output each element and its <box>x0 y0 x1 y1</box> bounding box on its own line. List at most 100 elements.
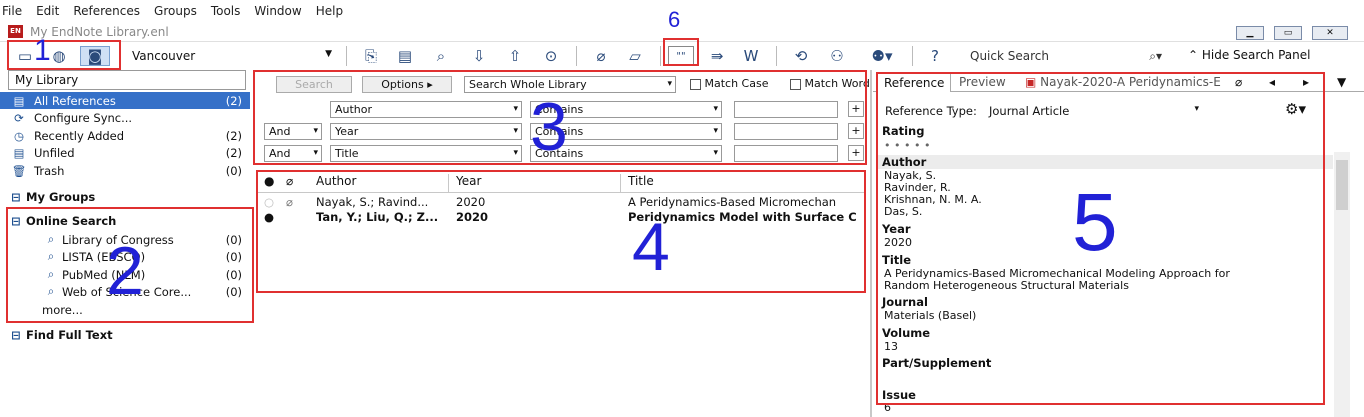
column-divider <box>620 174 621 192</box>
chevron-down-icon: ▾ <box>513 148 518 158</box>
search-field-2[interactable]: Year ▾ <box>330 123 522 140</box>
collapse-icon: ⊟ <box>11 213 21 228</box>
menu-window[interactable]: Window <box>254 4 301 18</box>
edit-citation-icon[interactable]: ⇛ <box>706 46 728 66</box>
attachment-icon[interactable]: ⌀ <box>1229 73 1248 92</box>
column-title[interactable]: Title <box>628 174 654 192</box>
column-author[interactable]: Author <box>316 174 356 192</box>
output-style-dropdown[interactable]: Vancouver ▼ <box>128 46 336 66</box>
annotation-number-4: 4 <box>632 209 670 285</box>
column-year[interactable]: Year <box>456 174 481 192</box>
search-bool-2[interactable]: And ▾ <box>264 123 322 140</box>
export-icon[interactable]: ⇧ <box>504 46 526 66</box>
find-full-text-header[interactable]: ⊟ Find Full Text <box>0 326 250 343</box>
journal-value[interactable]: Materials (Basel) <box>884 309 976 322</box>
reference-scrollbar[interactable] <box>1334 152 1350 417</box>
group-unfiled[interactable]: ▤ Unfiled (2) <box>0 144 250 161</box>
tab-preview[interactable]: Preview <box>953 73 1012 92</box>
reference-list: ● ⌀ Author Year Title ○ ⌀ Nayak, S.; Rav… <box>250 168 870 417</box>
search-value-1[interactable] <box>734 101 838 118</box>
menu-groups[interactable]: Groups <box>154 4 197 18</box>
help-icon[interactable]: ? <box>924 46 946 66</box>
menu-edit[interactable]: Edit <box>36 4 59 18</box>
add-row-button[interactable]: + <box>848 123 864 139</box>
online-search-icon[interactable]: ⌕ <box>430 46 452 66</box>
add-row-button[interactable]: + <box>848 145 864 161</box>
minimize-button[interactable]: ▁ <box>1236 26 1264 40</box>
read-status-column-icon[interactable]: ● <box>264 174 274 192</box>
part-supplement-label: Part/Supplement <box>882 356 992 370</box>
clock-icon: ◷ <box>13 128 25 143</box>
toolbar: ▭ ◍ ◙ Vancouver ▼ ⎘ ▤ ⌕ ⇩ ⇧ ⊙ ⌀ ▱ "" ⇛ W … <box>0 42 1364 70</box>
group-configure-sync[interactable]: ⟳ Configure Sync... <box>0 109 250 126</box>
search-field-1[interactable]: Author ▾ <box>330 101 522 118</box>
toolbar-separator <box>776 46 777 66</box>
next-icon[interactable]: ▸ <box>1297 73 1315 92</box>
new-reference-icon[interactable]: ▤ <box>394 46 416 66</box>
sync-icon: ⟳ <box>14 110 24 125</box>
integrated-library-icon[interactable]: ◙ <box>80 46 110 66</box>
sync-icon[interactable]: ⟲ <box>790 46 812 66</box>
word-format-icon[interactable]: W <box>740 46 762 66</box>
menu-icon[interactable]: ▼ <box>1331 73 1352 92</box>
menu-help[interactable]: Help <box>316 4 343 18</box>
copy-formatted-icon[interactable]: ⎘ <box>360 46 382 66</box>
issue-value[interactable]: 6 <box>884 401 891 414</box>
search-value-2[interactable] <box>734 123 838 140</box>
menu-tools[interactable]: Tools <box>211 4 241 18</box>
chevron-down-icon: ▾ <box>713 126 718 136</box>
library-search-box[interactable]: My Library <box>8 70 246 90</box>
rating-stars[interactable]: • • • • • <box>884 139 930 152</box>
match-words-checkbox[interactable]: Match Words <box>790 77 870 90</box>
group-all-references[interactable]: ▤ All References (2) <box>0 92 250 109</box>
title-bar: EN My EndNote Library.enl ▁ ▭ ✕ <box>0 22 1364 42</box>
prev-icon[interactable]: ◂ <box>1263 73 1281 92</box>
share-icon[interactable]: ⚇ <box>826 46 848 66</box>
group-share-icon[interactable]: ⚉▾ <box>862 46 902 66</box>
quick-search-input[interactable]: Quick Search ⌕▾ <box>966 46 1166 66</box>
insert-citation-button[interactable]: "" <box>668 46 694 66</box>
reference-type-dropdown[interactable]: Journal Article ▾ <box>989 104 1199 118</box>
author-value-4[interactable]: Das, S. <box>884 205 922 218</box>
title-value-line-2[interactable]: Random Heterogeneous Structural Material… <box>884 279 1129 292</box>
import-icon[interactable]: ⇩ <box>468 46 490 66</box>
online-search-mode-icon[interactable]: ◍ <box>48 46 70 66</box>
toolbar-separator <box>660 46 661 66</box>
table-row[interactable]: ○ ⌀ Nayak, S.; Ravind... 2020 A Peridyna… <box>256 195 866 211</box>
read-status-icon: ● <box>264 210 275 224</box>
my-groups-header[interactable]: ⊟ My Groups <box>0 188 250 205</box>
open-file-icon[interactable]: ▱ <box>624 46 646 66</box>
search-bool-3[interactable]: And ▾ <box>264 145 322 162</box>
settings-gear-icon[interactable]: ⚙▾ <box>1285 100 1306 118</box>
match-case-checkbox[interactable]: Match Case <box>690 77 768 90</box>
chevron-down-icon: ▾ <box>513 104 518 114</box>
reference-tabs: Reference Preview ▣ Nayak-2020-A Peridyn… <box>873 70 1364 92</box>
close-button[interactable]: ✕ <box>1312 26 1348 40</box>
scrollbar-thumb[interactable] <box>1336 160 1348 210</box>
tab-pdf[interactable]: ▣ Nayak-2020-A Peridynamics-E <box>1019 73 1255 92</box>
year-value[interactable]: 2020 <box>884 236 912 249</box>
restore-button[interactable]: ▭ <box>1274 26 1302 40</box>
annotation-number-3: 3 <box>530 89 568 165</box>
annotation-number-1: 1 <box>34 34 51 67</box>
online-search-header[interactable]: ⊟ Online Search <box>0 212 250 229</box>
attachment-column-icon[interactable]: ⌀ <box>286 174 293 192</box>
volume-value[interactable]: 13 <box>884 340 898 353</box>
menu-file[interactable]: File <box>2 4 22 18</box>
hide-search-panel-button[interactable]: ⌃ Hide Search Panel <box>1188 48 1310 62</box>
group-recently-added[interactable]: ◷ Recently Added (2) <box>0 127 250 144</box>
menu-references[interactable]: References <box>73 4 140 18</box>
table-row[interactable]: ● Tan, Y.; Liu, Q.; Z... 2020 Peridynami… <box>256 210 866 226</box>
search-scope-dropdown[interactable]: Search Whole Library ▾ <box>464 76 676 93</box>
find-full-text-icon[interactable]: ⊙ <box>540 46 562 66</box>
group-trash[interactable]: 🗑 Trash (0) <box>0 162 250 179</box>
add-row-button[interactable]: + <box>848 101 864 117</box>
options-button[interactable]: Options ▸ <box>362 76 452 93</box>
search-field-3[interactable]: Title ▾ <box>330 145 522 162</box>
search-value-3[interactable] <box>734 145 838 162</box>
open-link-icon[interactable]: ⌀ <box>590 46 612 66</box>
pane-divider[interactable] <box>870 70 872 417</box>
collapse-icon: ⊟ <box>11 327 21 342</box>
search-button[interactable]: Search <box>276 76 352 93</box>
tab-reference[interactable]: Reference <box>877 73 952 92</box>
